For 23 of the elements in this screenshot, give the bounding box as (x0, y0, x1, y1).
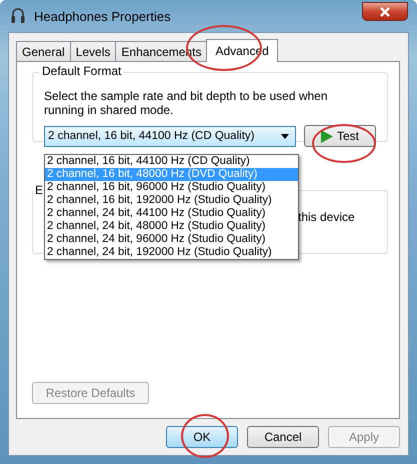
dropdown-option[interactable]: 2 channel, 24 bit, 96000 Hz (Studio Quality) (45, 233, 298, 246)
play-icon (320, 130, 333, 142)
group-title: Default Format (39, 64, 124, 78)
dropdown-option[interactable]: 2 channel, 16 bit, 96000 Hz (Studio Quality) (45, 181, 298, 194)
headphones-icon (10, 7, 26, 25)
test-button[interactable]: Test (304, 125, 376, 147)
window-title: Headphones Properties (34, 8, 171, 24)
dialog-button[interactable]: OK (166, 426, 238, 448)
tab[interactable]: General (16, 41, 71, 61)
description-text: Select the sample rate and bit depth to be used when running in shared mode. (44, 89, 329, 117)
close-button[interactable] (362, 2, 408, 21)
close-icon (379, 6, 391, 16)
format-dropdown[interactable]: 2 channel, 16 bit, 44100 Hz (CD Quality) (44, 126, 296, 146)
dialog-button[interactable]: Cancel (247, 426, 319, 448)
caret-icon (281, 134, 289, 138)
dropdown-option[interactable]: 2 channel, 24 bit, 192000 Hz (Studio Quality) (45, 246, 298, 259)
tab[interactable]: Levels (70, 41, 116, 61)
dropdown-option[interactable]: 2 channel, 16 bit, 44100 Hz (CD Quality) (45, 155, 298, 168)
dropdown-option[interactable]: 2 channel, 16 bit, 192000 Hz (Studio Quality) (45, 194, 298, 207)
dropdown-option[interactable]: 2 channel, 24 bit, 48000 Hz (Studio Quality) (45, 220, 298, 233)
checkbox-label: this device (298, 210, 355, 224)
dropdown-option[interactable]: 2 channel, 24 bit, 44100 Hz (Studio Quality) (45, 207, 298, 220)
group-title: E (34, 183, 44, 197)
